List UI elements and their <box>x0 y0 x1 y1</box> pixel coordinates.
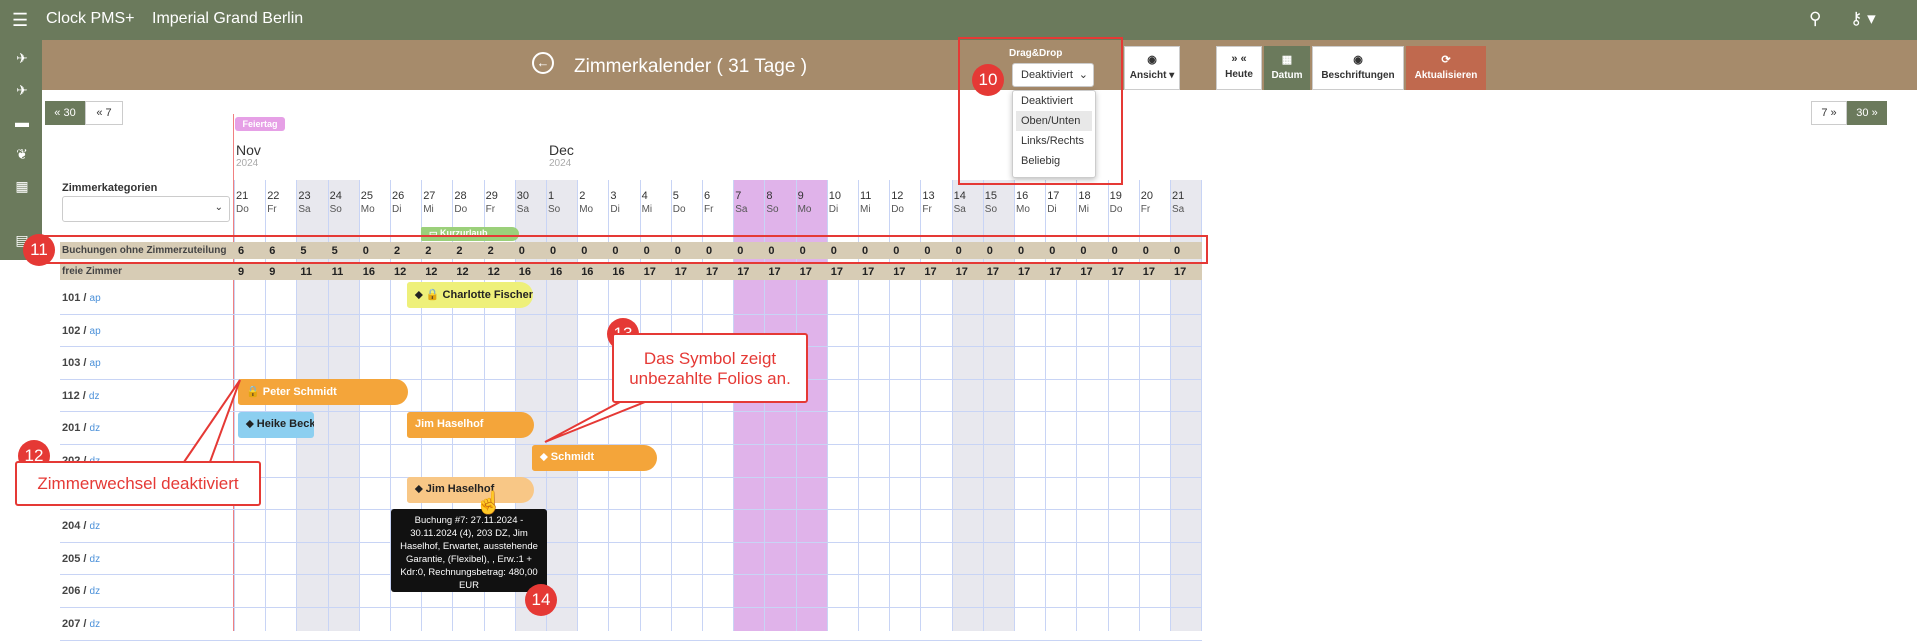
callout-zimmerwechsel: Zimmerwechsel deaktiviert <box>15 461 261 506</box>
row-line <box>60 639 1202 641</box>
callout-symbol: Das Symbol zeigt unbezahlte Folios an. <box>612 333 808 403</box>
callout-pointers <box>182 379 646 463</box>
